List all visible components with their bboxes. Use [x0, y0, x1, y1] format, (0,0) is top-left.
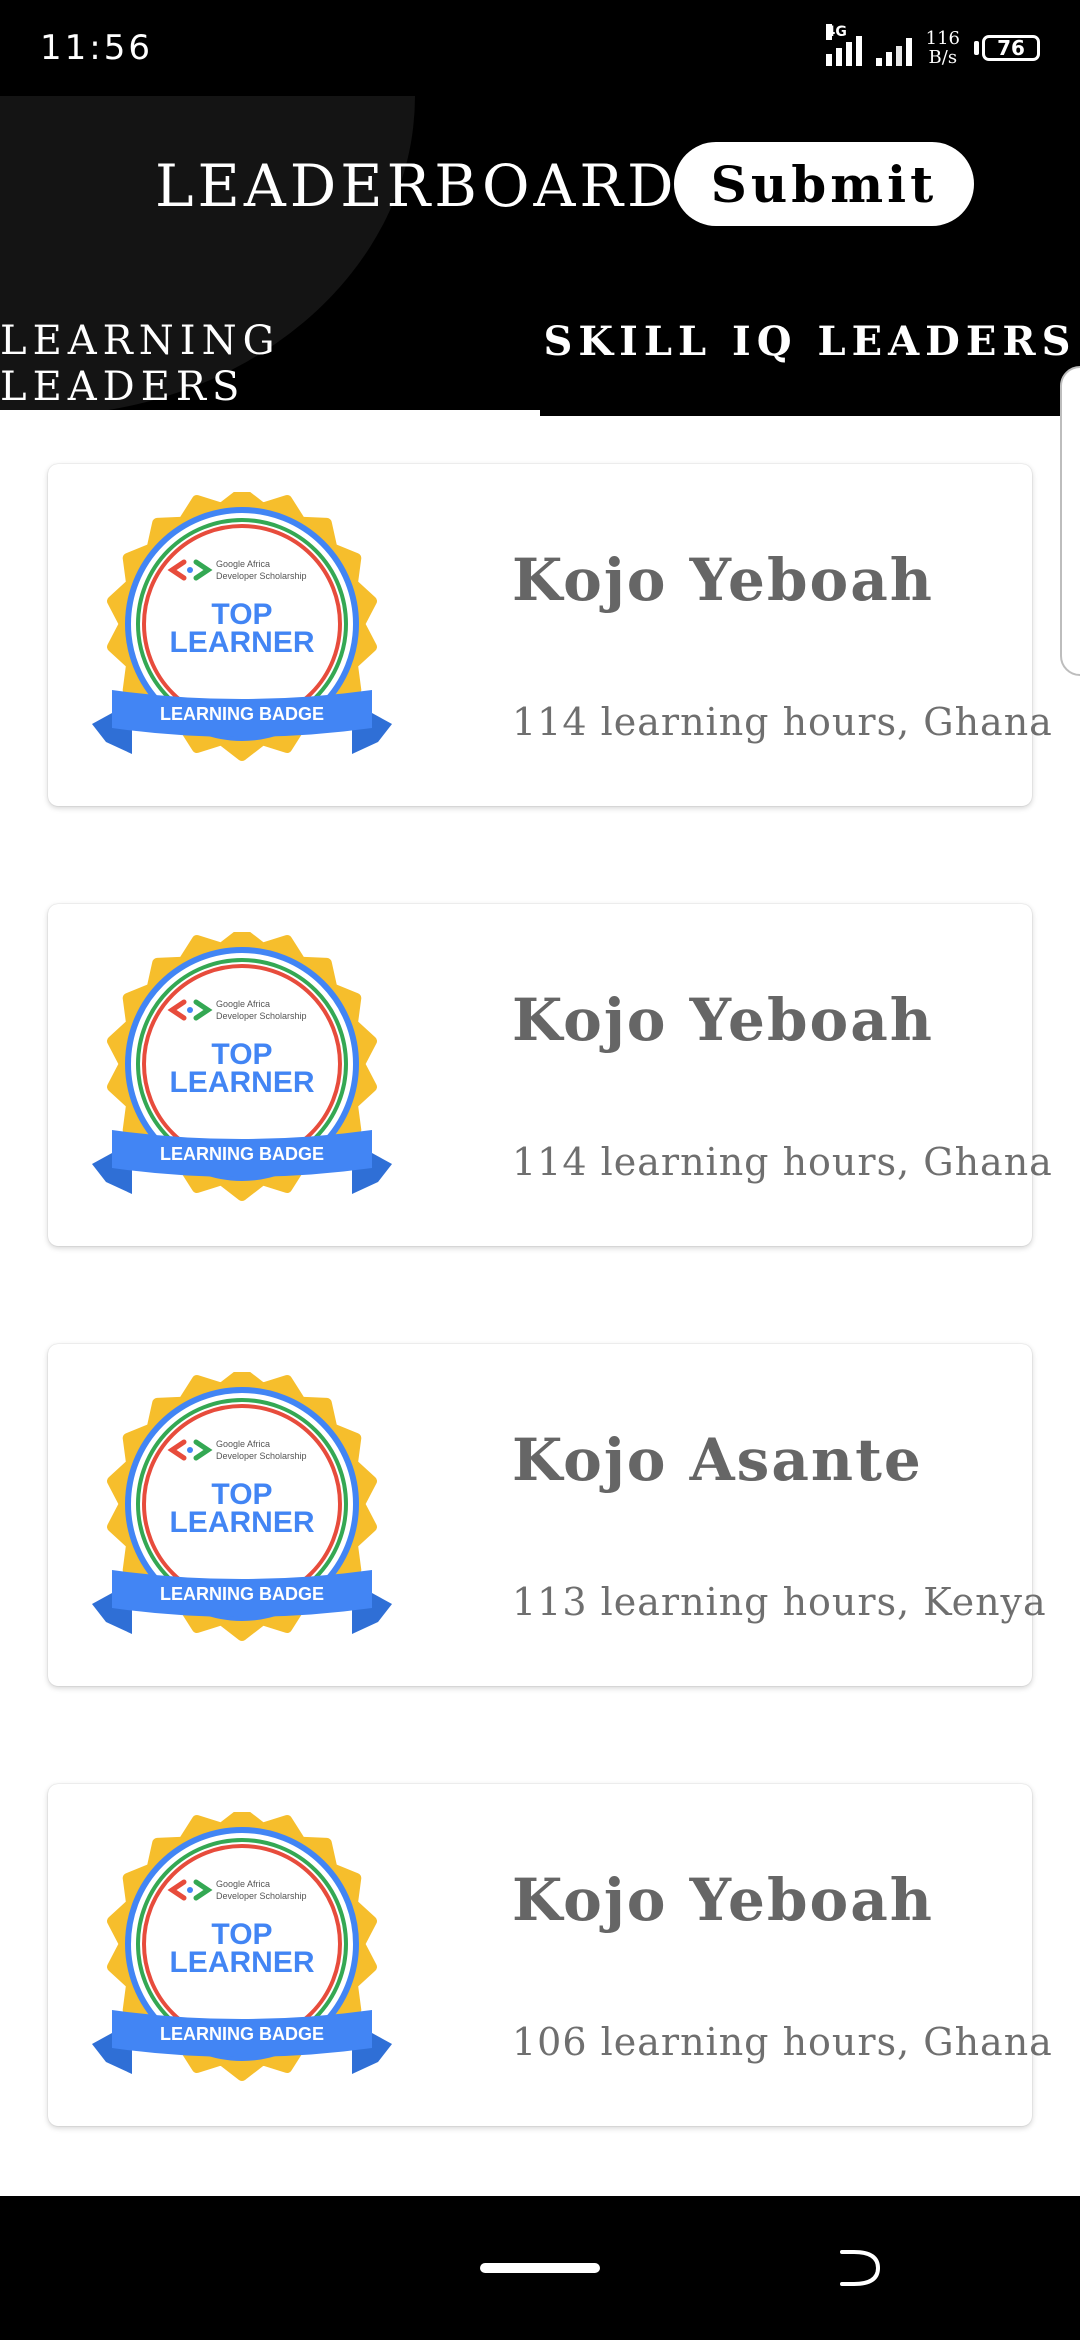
tab-learning-leaders[interactable]: LEARNING LEADERS [0, 318, 540, 416]
leader-card[interactable]: Google Africa Developer Scholarship TOP LEA… [48, 904, 1052, 1246]
svg-text:Google Africa: Google Africa [216, 1439, 270, 1449]
svg-text:LEARNING BADGE: LEARNING BADGE [160, 2024, 324, 2044]
svg-text:LEARNER: LEARNER [169, 1066, 314, 1099]
leader-detail: 113 learning hours, Kenya [512, 1580, 1047, 1624]
leader-detail: 114 learning hours, Ghana [512, 700, 1053, 744]
svg-text:LEARNING BADGE: LEARNING BADGE [160, 704, 324, 724]
svg-text:LEARNER: LEARNER [169, 1506, 314, 1539]
svg-text:LEARNER: LEARNER [169, 626, 314, 659]
status-time: 11:56 [40, 28, 153, 68]
cellular-signal-2-icon [875, 30, 912, 66]
leader-card[interactable]: Google Africa Developer Scholarship TOP LEA… [48, 1344, 1046, 1686]
tab-skill-iq-leaders[interactable]: SKILL IQ LEADERS [540, 318, 1080, 416]
svg-text:Developer Scholarship: Developer Scholarship [216, 1451, 307, 1461]
svg-text:Google Africa: Google Africa [216, 1879, 270, 1889]
leader-name: Kojo Yeboah [512, 986, 934, 1054]
page-title: LEADERBOARD [155, 152, 678, 220]
svg-text:Developer Scholarship: Developer Scholarship [216, 571, 307, 581]
battery-cap [974, 41, 979, 55]
leader-card[interactable]: Google Africa Developer Scholarship TOP LEA… [48, 1784, 1052, 2126]
leader-detail: 114 learning hours, Ghana [512, 1140, 1053, 1184]
top-learner-badge-icon: Google AfricaDeveloper ScholarshipTOPLEA… [92, 932, 392, 1201]
home-gesture-handle[interactable] [480, 2263, 600, 2273]
svg-text:Developer Scholarship: Developer Scholarship [216, 1891, 307, 1901]
app-header: LEADERBOARD Submit LEARNING LEADERS SKIL… [0, 96, 1080, 416]
svg-text:Google Africa: Google Africa [216, 999, 270, 1009]
top-learner-badge-icon: Google AfricaDeveloper ScholarshipTOPLEA… [92, 1372, 392, 1641]
network-speed-value: 116 [925, 28, 960, 49]
svg-text:LEARNER: LEARNER [169, 1946, 314, 1979]
leader-name: Kojo Yeboah [512, 546, 934, 614]
network-type-label: 4G [825, 24, 847, 40]
tab-indicator [0, 410, 540, 416]
back-gesture-icon[interactable] [832, 2240, 888, 2296]
top-learner-badge-icon: Google AfricaDeveloper ScholarshipTOPLEA… [92, 1812, 392, 2081]
leader-detail: 106 learning hours, Ghana [512, 2020, 1053, 2064]
leader-name: Kojo Yeboah [512, 1866, 934, 1934]
status-bar: 11:56 4G 116 B/s 76 [0, 0, 1080, 96]
svg-text:LEARNING BADGE: LEARNING BADGE [160, 1584, 324, 1604]
svg-text:LEARNING BADGE: LEARNING BADGE [160, 1144, 324, 1164]
network-speed-unit: B/s [928, 47, 958, 68]
svg-text:Google Africa: Google Africa [216, 559, 270, 569]
network-speed: 116 B/s [926, 29, 960, 67]
edge-panel-handle[interactable] [1060, 366, 1080, 676]
battery-icon: 76 [974, 35, 1040, 61]
status-icons: 4G 116 B/s 76 [825, 24, 1040, 72]
top-learner-badge-icon: Google AfricaDeveloper ScholarshipTOPLEA… [92, 492, 392, 761]
cellular-signal-icon: 4G [825, 24, 862, 66]
submit-button[interactable]: Submit [674, 142, 974, 226]
leader-card[interactable]: Google Africa Developer Scholarship TOP LEA… [48, 464, 1052, 806]
navigation-bar [0, 2196, 1080, 2340]
svg-text:Developer Scholarship: Developer Scholarship [216, 1011, 307, 1021]
battery-level: 76 [982, 35, 1040, 61]
leader-name: Kojo Asante [512, 1426, 923, 1494]
